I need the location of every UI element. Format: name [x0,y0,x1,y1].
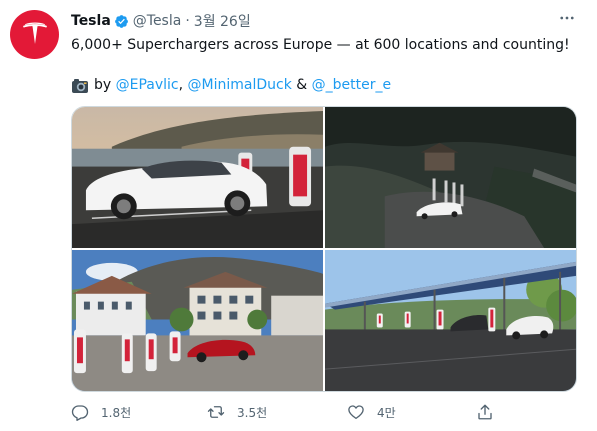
tesla-logo-icon [22,22,47,44]
handle[interactable]: @Tesla [133,13,182,29]
like-count: 4만 [377,405,396,420]
more-icon [560,16,574,20]
media-grid [71,106,577,392]
share-icon [478,404,492,420]
photo-night-supercharger-valley[interactable] [325,107,576,248]
share-button[interactable] [476,400,506,424]
credit-ampersand: & [296,77,308,93]
credit-by: by [94,77,112,93]
photo-solar-canopy-supercharger[interactable] [325,250,576,391]
camera-emoji [72,78,88,93]
tweet-header: Tesla @Tesla · 3월 26일 [71,11,251,31]
credit-comma: , [178,77,184,93]
reply-button[interactable]: 1.8천 [71,400,131,424]
tweet[interactable]: Tesla @Tesla · 3월 26일 6,000+ Supercharge… [0,0,597,431]
retweet-count: 3.5천 [237,405,268,420]
photo-red-tesla-alpine-village[interactable] [72,250,323,391]
mention-minimalduck[interactable]: @MinimalDuck [188,76,292,95]
like-button[interactable]: 4만 [347,400,396,424]
display-name[interactable]: Tesla [71,13,111,29]
mention-epavlic[interactable]: @EPavlic [116,76,179,95]
verified-badge-icon [114,14,128,28]
retweet-button[interactable]: 3.5천 [207,400,267,424]
like-icon [348,405,364,420]
retweet-icon [207,406,225,418]
avatar[interactable] [10,10,59,59]
mention-better-e[interactable]: @_better_e [312,76,391,95]
photo-credit: by @EPavlic , @MinimalDuck & @_better_e [71,76,391,95]
photo-white-tesla-lakeside[interactable] [72,107,323,248]
tweet-text: 6,000+ Superchargers across Europe — at … [71,37,570,53]
more-options-button[interactable] [557,8,577,28]
reply-count: 1.8천 [101,405,132,420]
separator-dot: · [185,13,190,29]
tweet-date[interactable]: 3월 26일 [194,11,251,31]
reply-icon [71,405,89,421]
action-bar: 1.8천 3.5천 4만 [71,400,577,424]
